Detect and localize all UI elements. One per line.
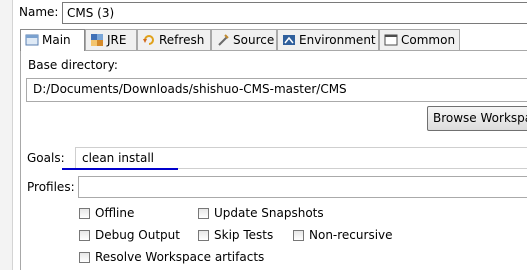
profiles-label: Profiles: [27,180,75,194]
source-icon [216,33,230,47]
offline-checkbox-box[interactable] [79,208,90,219]
debug-output-checkbox-box[interactable] [79,230,90,241]
update-snapshots-checkbox-box[interactable] [198,208,209,219]
resolve-workspace-label: Resolve Workspace artifacts [95,250,265,264]
base-directory-input[interactable]: D:/Documents/Downloads/shishuo-CMS-maste… [26,78,527,102]
goals-label: Goals: [27,151,65,165]
tab-label: Source [233,33,275,47]
common-icon [384,33,398,47]
main-tab-icon [25,33,39,47]
debug-output-checkbox[interactable]: Debug Output [79,228,180,244]
update-snapshots-checkbox[interactable]: Update Snapshots [198,206,324,222]
tab-label: Common [401,33,456,47]
tab-environment[interactable]: Environment [277,29,379,50]
base-directory-label: Base directory: [28,58,118,72]
jre-icon [90,33,104,47]
resolve-workspace-checkbox[interactable]: Resolve Workspace artifacts [79,250,264,266]
non-recursive-checkbox-box[interactable] [293,230,304,241]
update-snapshots-label: Update Snapshots [214,206,324,220]
skip-tests-checkbox-box[interactable] [198,230,209,241]
tab-label: Environment [299,33,376,47]
environment-icon [282,33,296,47]
main-tab-panel: Base directory: D:/Documents/Downloads/s… [20,50,527,270]
tab-source[interactable]: Source [211,29,277,50]
non-recursive-checkbox[interactable]: Non-recursive [293,228,393,244]
tab-refresh[interactable]: Refresh [137,29,211,50]
left-panel-edge [0,0,13,270]
debug-output-label: Debug Output [95,228,180,242]
tab-label: Main [42,33,71,47]
skip-tests-checkbox[interactable]: Skip Tests [198,228,273,244]
tab-common[interactable]: Common [379,29,460,50]
profiles-input[interactable] [78,176,527,198]
tab-label: Refresh [159,33,205,47]
browse-workspace-button[interactable]: Browse Workspace [427,106,527,131]
refresh-icon [142,33,156,47]
offline-label: Offline [95,206,135,220]
goals-annotation-underline [62,168,178,170]
non-recursive-label: Non-recursive [309,228,393,242]
resolve-workspace-checkbox-box[interactable] [79,252,90,263]
offline-checkbox[interactable]: Offline [79,206,134,222]
name-label: Name: [19,5,59,19]
tab-main[interactable]: Main [20,29,85,51]
maven-run-configuration: Name: CMS (3) Main JRE Refresh Source En… [0,0,527,270]
name-input[interactable]: CMS (3) [62,2,527,24]
tab-label: JRE [107,33,127,47]
tab-jre[interactable]: JRE [85,29,137,50]
goals-input[interactable]: clean install [75,147,527,169]
skip-tests-label: Skip Tests [214,228,274,242]
